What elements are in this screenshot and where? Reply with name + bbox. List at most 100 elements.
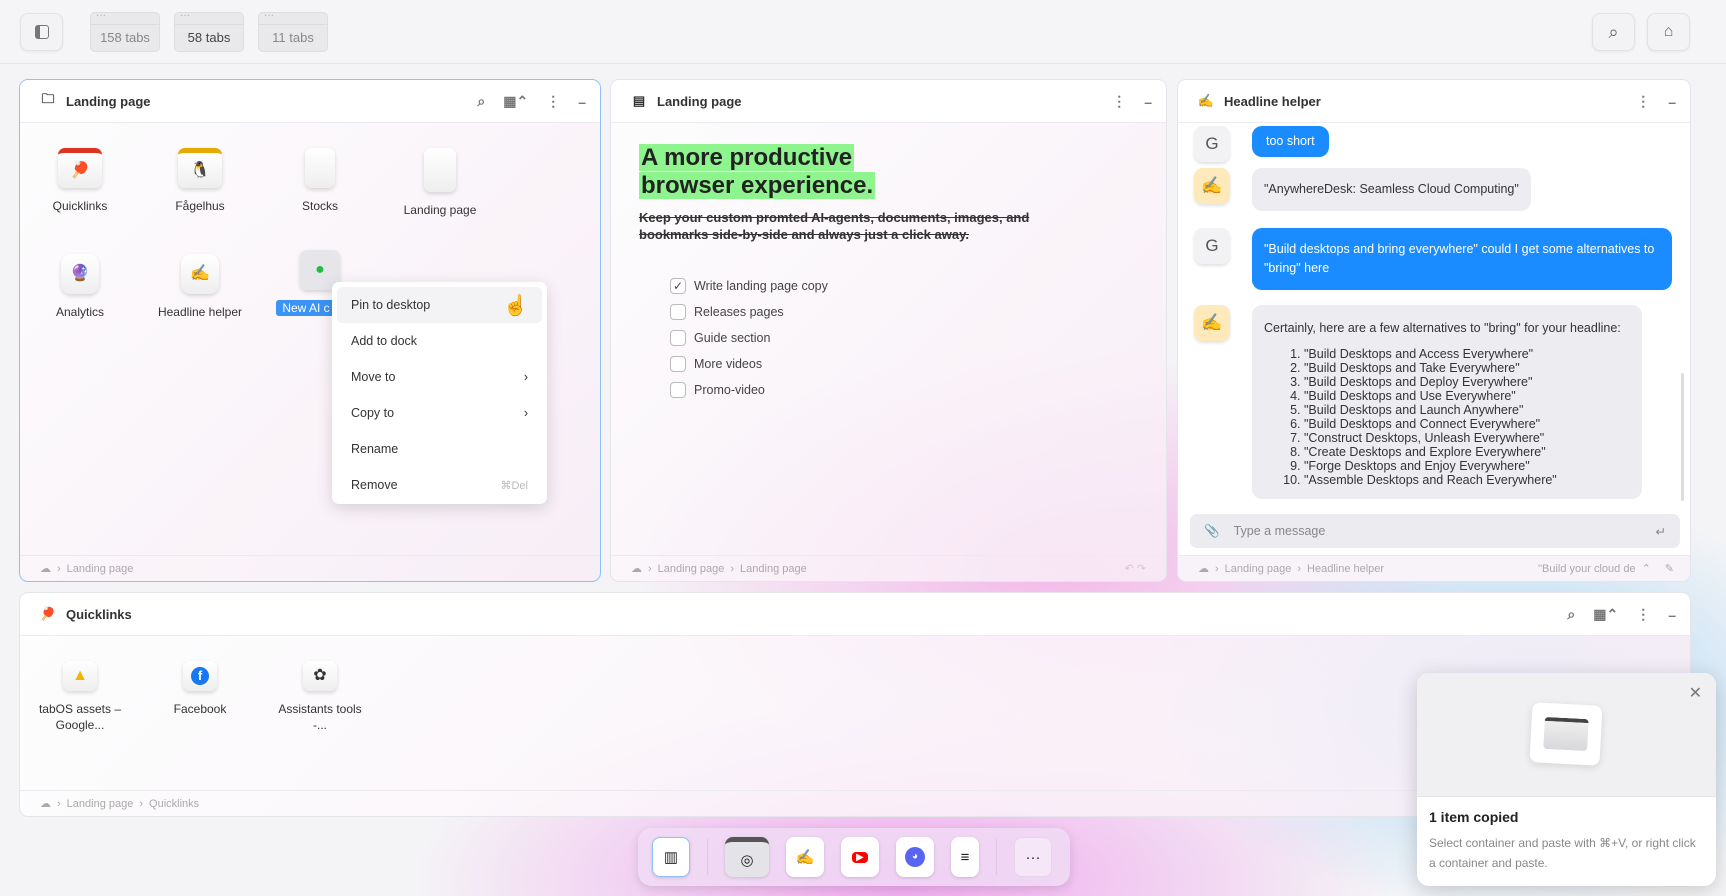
dock-discord-icon[interactable]: ◕ [896,837,934,877]
checklist-item[interactable]: Promo-video [670,377,828,403]
dock-document-icon[interactable]: ≡ [951,837,979,877]
alternative-item: "Construct Desktops, Unleash Everywhere" [1304,431,1630,445]
writing-hand-chat-icon: ✍ [181,254,219,294]
panel-title: Quicklinks [66,606,132,622]
minimize-icon[interactable]: – [578,94,586,110]
desktop-item-quicklinks[interactable]: 🏓 Quicklinks [30,148,130,214]
desktop-item-fagelhus[interactable]: 🐧 Fågelhus [150,148,250,214]
undo-redo-icons[interactable]: ↶ ↷ [1125,562,1147,575]
more-icon[interactable]: ⋮ [546,93,560,110]
item-label: Analytics [55,305,105,319]
checklist-item[interactable]: Guide section [670,325,828,351]
message-input[interactable]: 📎 Type a message ↵ [1190,514,1680,548]
landing-page-document[interactable]: ▤ Landing page ⋮ – A more productive browse… [610,79,1167,582]
sidebar-toggle-button[interactable] [20,13,63,51]
desktop-item-headline-helper[interactable]: ✍ Headline helper [150,254,250,320]
breadcrumb-item[interactable]: Landing page [658,563,725,575]
view-grid-icon[interactable]: ▦⌃ [1593,606,1618,623]
menu-item-add-to-dock[interactable]: Add to dock [337,323,542,359]
more-icon[interactable]: ⋮ [1636,93,1650,110]
dock-layout-icon[interactable]: ▥ [652,837,690,877]
menu-item-remove[interactable]: Remove ⌘Del [337,467,542,503]
link-facebook[interactable]: f Facebook [150,661,250,717]
dock-folder-icon[interactable]: ◎ [725,837,769,877]
checklist-item[interactable]: More videos [670,351,828,377]
breadcrumb: ☁ › Landing page › Headline helper "Build yo… [1178,555,1690,581]
context-menu: Pin to desktop ☝ Add to dock Move to › Cop… [332,282,547,504]
document-icon [305,148,335,188]
tab-group-3[interactable]: 11 tabs [258,10,328,52]
sidebar-icon [34,25,49,39]
alternative-item: "Build Desktops and Connect Everywhere" [1304,417,1630,431]
scrollbar[interactable] [1681,373,1684,501]
desktop-item-landing-page[interactable]: Landing page [390,148,490,218]
checkbox-checked[interactable]: ✓ [670,278,686,294]
minimize-icon[interactable]: – [1144,94,1152,110]
chevron-right-icon: › [523,370,528,384]
checkbox[interactable] [670,356,686,372]
folder-icon: 🗀 [41,91,55,106]
alternative-item: "Assemble Desktops and Reach Everywhere" [1304,473,1630,487]
alternative-item: "Build Desktops and Access Everywhere" [1304,347,1630,361]
dock-headline-helper-icon[interactable]: ✍ [786,837,824,877]
hand-cursor-icon: ☝ [503,294,528,317]
writing-hand-icon: ✍ [1197,93,1215,108]
more-icon[interactable]: ⋮ [1636,606,1650,623]
panel-header: ▤ Landing page ⋮ – [611,80,1166,123]
search-button[interactable]: ⌕ [1592,13,1635,51]
crystal-ball-chat-icon: 🔮 [61,254,99,294]
breadcrumb-item[interactable]: Headline helper [1307,563,1384,575]
breadcrumb-item[interactable]: Landing page [740,563,807,575]
document-icon: ▤ [632,93,646,108]
minimize-icon[interactable]: – [1668,607,1676,623]
search-icon[interactable]: ⌕ [477,93,485,110]
item-label-editing: New AI c [276,300,336,316]
dock-youtube-icon[interactable]: ▶ [841,837,879,877]
checkbox[interactable] [670,330,686,346]
doc-heading[interactable]: A more productive browser experience. [639,144,876,200]
link-assistants-tools[interactable]: ✿ Assistants tools -... [270,661,370,733]
alternative-item: "Forge Desktops and Enjoy Everywhere" [1304,459,1630,473]
writing-hand-avatar-icon: ✍ [1194,168,1230,204]
more-icon[interactable]: ⋮ [1112,93,1126,110]
close-icon[interactable]: ✕ [1689,683,1702,703]
view-grid-icon[interactable]: ▦⌃ [503,93,528,110]
tab-group-1[interactable]: 158 tabs [90,10,160,52]
breadcrumb-item[interactable]: Landing page [67,563,134,575]
edit-icon[interactable]: ✎ [1665,562,1674,575]
breadcrumb-item[interactable]: Landing page [67,798,134,810]
document-icon [424,148,456,192]
dock-divider [707,839,708,875]
menu-item-move-to[interactable]: Move to › [337,359,542,395]
menu-item-rename[interactable]: Rename [337,431,542,467]
doc-subtext[interactable]: Keep your custom promted AI-agents, docu… [639,209,1089,243]
breadcrumb: ☁ › Landing page [20,555,600,581]
message-user: too short [1252,126,1329,157]
search-icon[interactable]: ⌕ [1567,606,1575,623]
checklist-item[interactable]: ✓ Write landing page copy [670,273,828,299]
link-google-drive[interactable]: ▲ tabOS assets – Google... [30,661,130,733]
minimize-icon[interactable]: – [1668,94,1676,110]
desktop-item-stocks[interactable]: Stocks [270,148,370,214]
checkbox[interactable] [670,382,686,398]
input-placeholder: Type a message [1233,524,1326,538]
checklist: ✓ Write landing page copy Releases pages … [670,273,828,403]
breadcrumb-item[interactable]: Landing page [1225,563,1292,575]
breadcrumb-item[interactable]: Quicklinks [149,798,199,810]
menu-item-pin-to-desktop[interactable]: Pin to desktop ☝ [337,287,542,323]
tab-group-2[interactable]: 58 tabs [174,10,244,52]
alternative-item: "Create Desktops and Explore Everywhere" [1304,445,1630,459]
ping-pong-folder-icon: 🏓 [58,148,102,188]
checklist-item[interactable]: Releases pages [670,299,828,325]
enter-icon[interactable]: ↵ [1656,524,1666,539]
paperclip-icon[interactable]: 📎 [1204,524,1220,539]
desktop-item-analytics[interactable]: 🔮 Analytics [30,254,130,320]
headline-helper-chat[interactable]: Gtoo short ✍ "AnywhereDesk: Seamless Clou… [1177,79,1691,582]
home-button[interactable]: ⌂ [1647,13,1690,51]
avatar-user: G [1194,228,1230,264]
checkbox[interactable] [670,304,686,320]
menu-item-copy-to[interactable]: Copy to › [337,395,542,431]
prompt-select[interactable]: "Build your cloud de [1538,563,1635,575]
item-label: Quicklinks [52,199,108,213]
dock-more-icon[interactable]: ··· [1014,837,1052,877]
